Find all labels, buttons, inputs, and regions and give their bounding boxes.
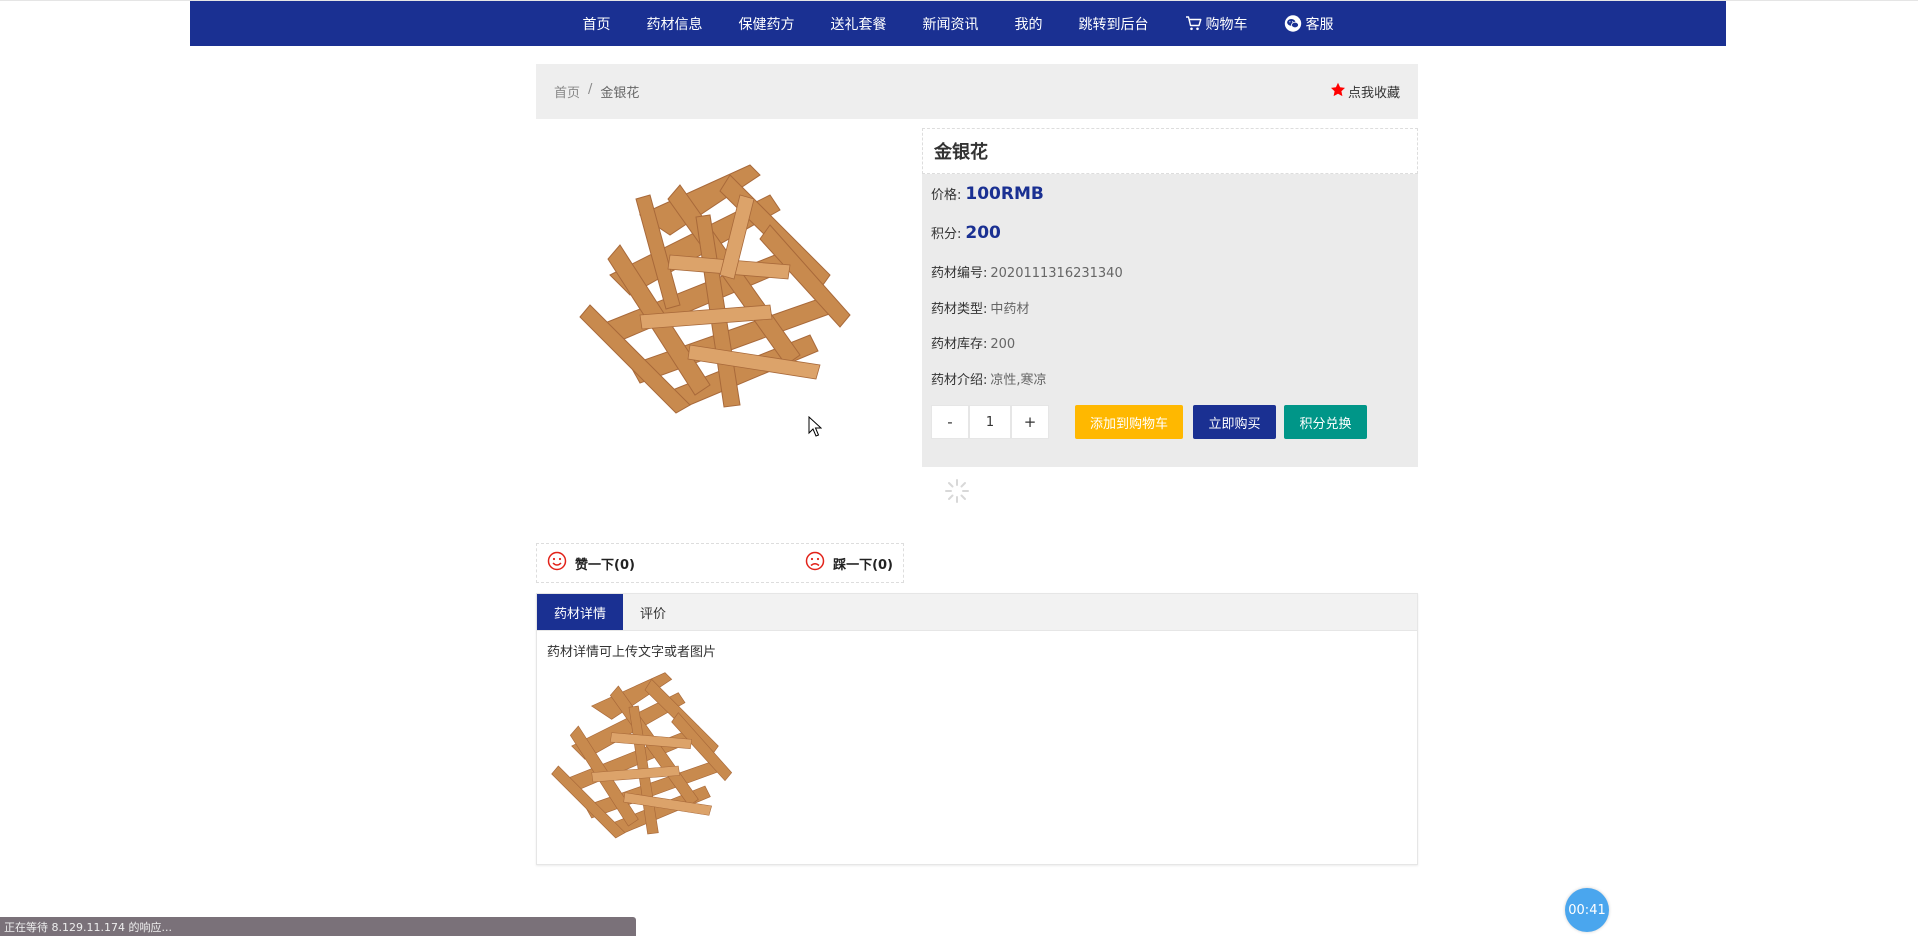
nav-home[interactable]: 首页	[583, 14, 611, 34]
detail-image	[551, 672, 733, 839]
cart-icon	[1185, 16, 1202, 31]
detail-text: 药材详情可上传文字或者图片	[547, 645, 717, 660]
intro-value: 凉性,寒凉	[990, 373, 1047, 388]
smile-icon	[547, 551, 567, 575]
intro-label: 药材介绍:	[931, 373, 988, 388]
frown-icon	[805, 551, 825, 575]
nav-gift-package[interactable]: 送礼套餐	[831, 14, 887, 34]
type-row: 药材类型: 中药材	[931, 298, 1029, 317]
nav-service-label: 客服	[1305, 16, 1334, 33]
like-button[interactable]: 赞一下(0)	[547, 551, 635, 575]
tab-review[interactable]: 评价	[623, 594, 683, 630]
points-value: 200	[965, 223, 1001, 243]
buy-now-button[interactable]: 立即购买	[1193, 405, 1276, 439]
timer-badge[interactable]: 00:41	[1565, 888, 1609, 932]
star-icon	[1330, 82, 1346, 102]
points-label: 积分:	[931, 227, 962, 242]
stock-row: 药材库存: 200	[931, 333, 1015, 352]
product-title-box: 金银花	[922, 128, 1418, 174]
favorite-button[interactable]: 点我收藏	[1330, 82, 1400, 102]
nav-herb-info[interactable]: 药材信息	[647, 14, 703, 34]
breadcrumb-home[interactable]: 首页	[554, 82, 580, 101]
quantity-input[interactable]: 1	[969, 405, 1011, 439]
breadcrumb-separator: /	[588, 82, 593, 97]
nav-health-prescription[interactable]: 保健药方	[739, 14, 795, 34]
product-title: 金银花	[934, 142, 988, 163]
dislike-button[interactable]: 踩一下(0)	[805, 551, 893, 575]
quantity-minus-button[interactable]: -	[931, 405, 969, 439]
breadcrumb-bar: 首页 / 金银花 点我收藏	[536, 64, 1418, 119]
like-label: 赞一下(0)	[575, 557, 635, 573]
stock-label: 药材库存:	[931, 337, 988, 352]
vote-bar: 赞一下(0) 踩一下(0)	[536, 543, 904, 583]
type-value: 中药材	[990, 302, 1030, 317]
stock-value: 200	[990, 337, 1016, 352]
tab-detail[interactable]: 药材详情	[537, 594, 624, 630]
nav-news[interactable]: 新闻资讯	[923, 14, 979, 34]
add-to-cart-button[interactable]: 添加到购物车	[1075, 405, 1183, 439]
mouse-cursor-icon	[808, 416, 822, 437]
dislike-label: 踩一下(0)	[833, 557, 893, 573]
loading-spinner-icon	[945, 479, 969, 503]
code-row: 药材编号: 2020111316231340	[931, 262, 1123, 281]
breadcrumb: 首页 / 金银花	[554, 82, 639, 101]
price-row: 价格: 100RMB	[931, 184, 1044, 204]
code-label: 药材编号:	[931, 266, 988, 281]
points-row: 积分: 200	[931, 223, 1001, 243]
favorite-label: 点我收藏	[1347, 86, 1400, 101]
top-navbar: 首页 药材信息 保健药方 送礼套餐 新闻资讯 我的 跳转到后台 购物车 客服	[190, 1, 1726, 46]
product-info-panel: 价格: 100RMB 积分: 200 药材编号: 202011131623134…	[922, 174, 1418, 467]
breadcrumb-current: 金银花	[600, 86, 640, 101]
points-exchange-button[interactable]: 积分兑换	[1284, 405, 1367, 439]
wechat-icon	[1284, 15, 1302, 32]
detail-tabs: 药材详情 评价 药材详情可上传文字或者图片	[536, 593, 1418, 865]
nav-mine[interactable]: 我的	[1015, 14, 1043, 34]
quantity-plus-button[interactable]: +	[1011, 405, 1049, 439]
price-label: 价格:	[931, 188, 962, 203]
nav-service[interactable]: 客服	[1284, 14, 1334, 34]
quantity-stepper: - 1 +	[931, 405, 1049, 439]
nav-cart-label: 购物车	[1205, 16, 1248, 33]
price-value: 100RMB	[965, 184, 1044, 204]
tab-header: 药材详情 评价	[537, 594, 1417, 631]
nav-admin[interactable]: 跳转到后台	[1079, 14, 1149, 34]
intro-row: 药材介绍: 凉性,寒凉	[931, 369, 1047, 388]
code-value: 2020111316231340	[990, 266, 1123, 281]
browser-status-bar: 正在等待 8.129.11.174 的响应...	[0, 917, 636, 936]
product-image	[579, 164, 851, 414]
nav-cart[interactable]: 购物车	[1185, 14, 1248, 34]
type-label: 药材类型:	[931, 302, 988, 317]
